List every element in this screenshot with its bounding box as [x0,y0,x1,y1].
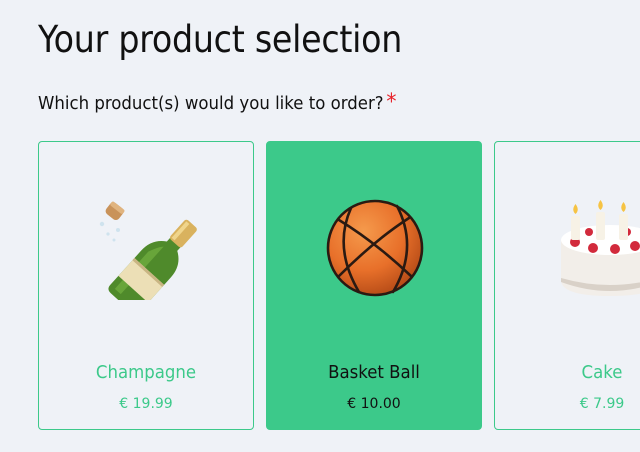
product-price: € 19.99 [119,396,173,412]
product-card-basketball[interactable]: Basket Ball € 10.00 [266,141,482,430]
product-name: Cake [581,362,623,383]
cake-icon [561,200,640,296]
basketball-icon [326,199,424,297]
product-card-cake[interactable]: Cake € 7.99 [494,141,640,430]
product-name: Basket Ball [328,362,420,383]
product-name: Champagne [95,362,197,383]
product-price: € 10.00 [347,396,401,412]
product-card-champagne[interactable]: Champagne € 19.99 [38,141,254,430]
champagne-icon [99,201,197,300]
product-list: Champagne € 19.99 Basket Ball € 10.00 Ca… [0,0,640,452]
product-price: € 7.99 [579,396,625,412]
